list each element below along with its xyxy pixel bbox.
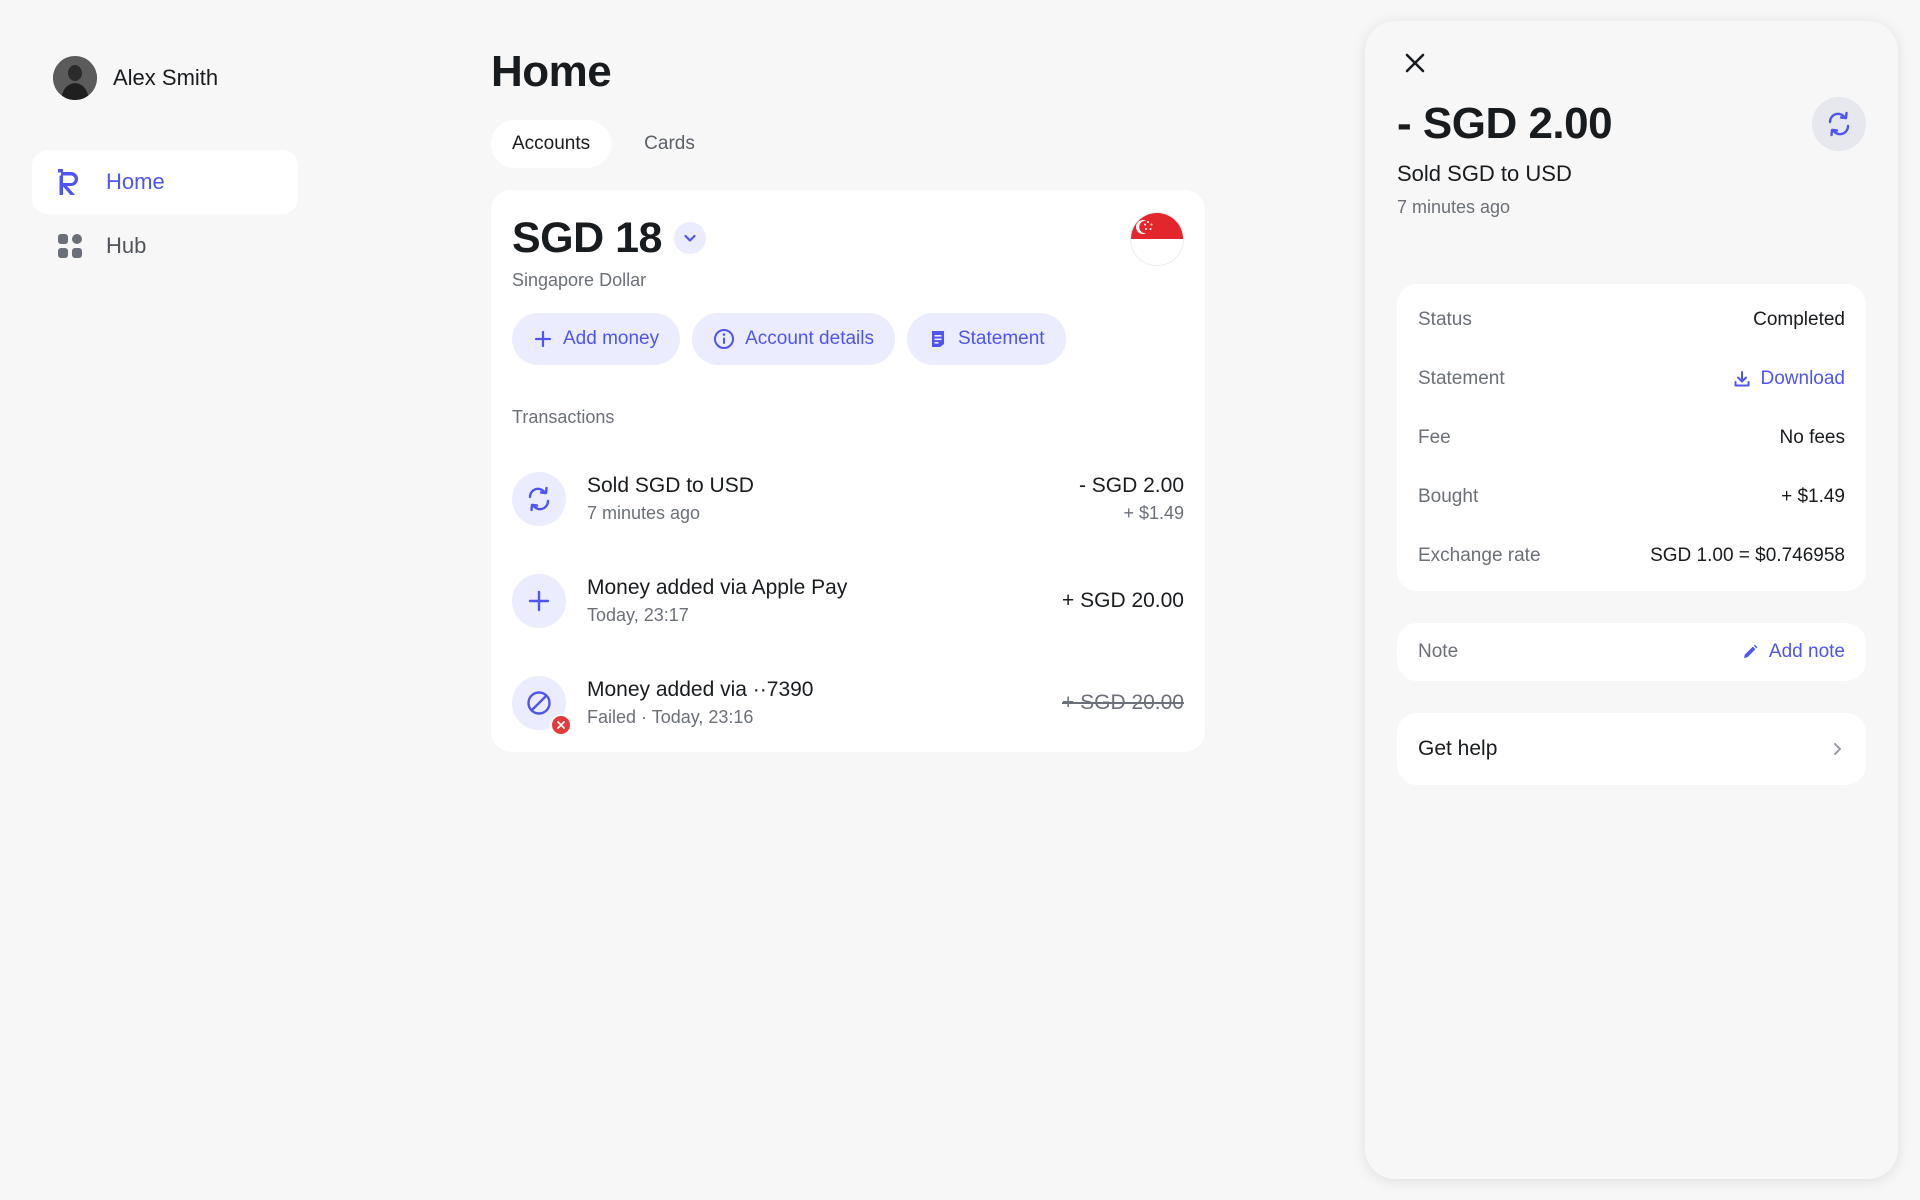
download-label: Download <box>1760 367 1846 389</box>
info-icon <box>714 329 735 349</box>
note-label: Note <box>1418 641 1459 662</box>
get-help-button[interactable]: Get help <box>1397 713 1866 785</box>
add-note-button[interactable]: Add note <box>1741 641 1845 663</box>
user-name: Alex Smith <box>113 65 219 90</box>
download-icon <box>1734 370 1749 386</box>
transaction-amount: - SGD 2.00 <box>1078 474 1184 497</box>
account-card: SGD 18 Singapore Dollar Add money Accoun… <box>491 190 1205 752</box>
transaction-amount-secondary: + $1.49 <box>1123 503 1184 523</box>
bought-value: + $1.49 <box>1781 485 1845 507</box>
currency-name: Singapore Dollar <box>512 270 647 290</box>
transaction-title: Money added via Apple Pay <box>587 576 848 599</box>
transaction-title: Sold SGD to USD <box>587 474 754 497</box>
exchange-rate-value: SGD 1.00 = $0.746958 <box>1650 544 1845 566</box>
transaction-subtitle: Today, 23:17 <box>587 605 689 625</box>
plus-icon <box>534 330 552 348</box>
detail-list: Status Completed Statement Download Fee … <box>1397 284 1866 591</box>
blocked-icon <box>512 676 572 736</box>
detail-row-statement: Statement Download <box>1418 349 1845 408</box>
detail-row-fee: Fee No fees <box>1418 408 1845 467</box>
account-switcher-button[interactable] <box>673 222 706 254</box>
transaction-detail-panel: - SGD 2.00 Sold SGD to USD 7 minutes ago… <box>1365 21 1898 1179</box>
account-balance: SGD 18 <box>512 214 662 262</box>
detail-row-exchange-rate: Exchange rate SGD 1.00 = $0.746958 <box>1418 526 1845 585</box>
sidebar: Alex Smith Home Hub <box>32 56 298 278</box>
transaction-amount: + SGD 20.00 <box>1062 589 1184 612</box>
sidebar-item-home[interactable]: Home <box>32 150 298 214</box>
singapore-flag-icon <box>1130 212 1184 266</box>
document-icon <box>931 331 944 347</box>
transactions-heading: Transactions <box>512 407 615 427</box>
detail-label: Fee <box>1418 426 1451 448</box>
chevron-right-icon <box>1834 743 1841 755</box>
sidebar-item-label: Hub <box>106 233 147 258</box>
detail-row-status: Status Completed <box>1418 290 1845 349</box>
exchange-icon <box>512 472 566 526</box>
avatar[interactable] <box>53 56 97 100</box>
chevron-down-icon <box>684 234 696 242</box>
add-note-label: Add note <box>1768 641 1845 662</box>
failed-badge-icon <box>550 714 572 736</box>
sidebar-item-label: Home <box>106 169 165 194</box>
detail-time: 7 minutes ago <box>1397 197 1511 217</box>
account-actions: Add money Account details Statement <box>512 313 1184 365</box>
sidebar-nav: Home Hub <box>32 150 298 278</box>
sidebar-item-hub[interactable]: Hub <box>32 214 298 278</box>
transaction-row[interactable]: Sold SGD to USD 7 minutes ago - SGD 2.00… <box>512 448 1184 550</box>
user-profile[interactable]: Alex Smith <box>32 56 298 100</box>
tab-cards[interactable]: Cards <box>623 120 716 168</box>
add-money-label: Add money <box>563 328 660 349</box>
plus-icon <box>512 574 566 628</box>
detail-label: Exchange rate <box>1418 544 1541 566</box>
transaction-row[interactable]: Money added via ··7390 Failed · Today, 2… <box>512 652 1184 754</box>
transaction-amount: + SGD 20.00 <box>1062 691 1184 714</box>
detail-title: Sold SGD to USD <box>1397 161 1572 186</box>
transaction-subtitle: 7 minutes ago <box>587 503 701 523</box>
account-tabs: Accounts Cards <box>491 120 1205 168</box>
pencil-icon <box>1743 644 1758 658</box>
close-icon <box>1405 53 1425 73</box>
transaction-subtitle: Failed · Today, 23:16 <box>587 707 754 727</box>
close-button[interactable] <box>1397 45 1433 81</box>
tab-accounts[interactable]: Accounts <box>491 120 612 168</box>
get-help-label: Get help <box>1418 737 1498 760</box>
revolut-logo-icon <box>56 168 84 196</box>
detail-label: Bought <box>1418 485 1479 507</box>
transaction-row[interactable]: Money added via Apple Pay Today, 23:17 +… <box>512 550 1184 652</box>
main-content: Home Accounts Cards SGD 18 Singapore Dol… <box>491 44 1205 752</box>
transaction-title: Money added via ··7390 <box>587 678 814 701</box>
detail-row-bought: Bought + $1.49 <box>1418 467 1845 526</box>
fee-value: No fees <box>1779 426 1845 448</box>
transactions-list: Sold SGD to USD 7 minutes ago - SGD 2.00… <box>512 448 1184 754</box>
download-statement-link[interactable]: Download <box>1733 367 1846 390</box>
detail-label: Status <box>1418 308 1472 330</box>
note-row: Note Add note <box>1397 623 1866 681</box>
add-money-button[interactable]: Add money <box>512 313 681 365</box>
detail-label: Statement <box>1418 367 1505 389</box>
account-details-button[interactable]: Account details <box>692 313 895 365</box>
exchange-icon <box>1812 97 1866 151</box>
status-value: Completed <box>1753 308 1845 330</box>
statement-button[interactable]: Statement <box>906 313 1066 365</box>
page-title: Home <box>491 47 612 96</box>
grid-icon <box>56 232 84 260</box>
account-details-label: Account details <box>745 328 874 349</box>
statement-label: Statement <box>957 328 1045 349</box>
detail-amount: - SGD 2.00 <box>1397 99 1613 148</box>
